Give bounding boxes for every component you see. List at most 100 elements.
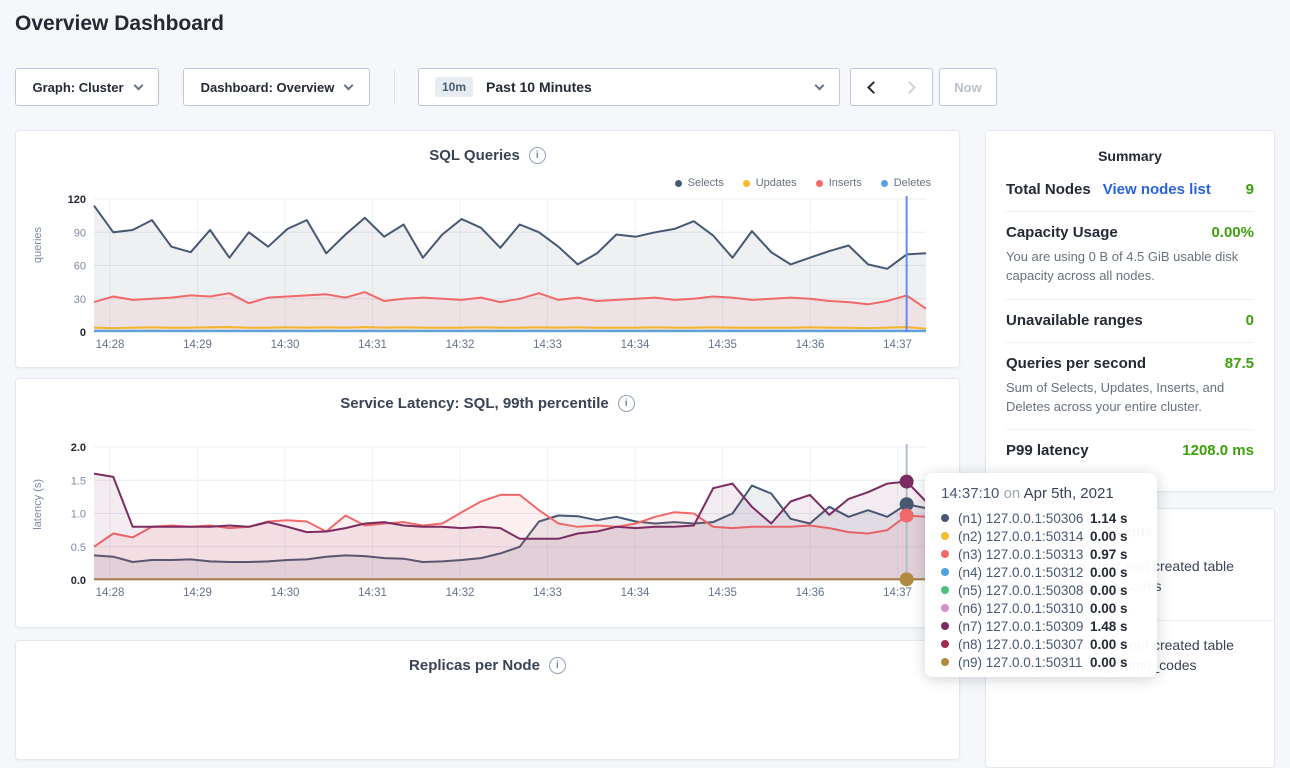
- svg-text:14:30: 14:30: [271, 587, 300, 599]
- svg-text:14:34: 14:34: [621, 587, 650, 599]
- summary-title: Summary: [986, 131, 1274, 169]
- svg-text:14:37: 14:37: [883, 339, 912, 351]
- node-series-dot-icon: [941, 568, 949, 576]
- summary-panel: Summary Total Nodes View nodes list 9 Ca…: [985, 130, 1275, 492]
- chart-title-sql-queries: SQL Queries: [429, 147, 520, 164]
- page-title: Overview Dashboard: [15, 12, 224, 36]
- tooltip-node-row: (n6) 127.0.0.1:503100.00 s: [941, 599, 1141, 617]
- svg-text:14:32: 14:32: [446, 587, 475, 599]
- svg-text:0.5: 0.5: [71, 542, 86, 554]
- svg-text:14:35: 14:35: [708, 587, 737, 599]
- now-button[interactable]: Now: [939, 68, 997, 106]
- node-series-dot-icon: [941, 640, 949, 648]
- chevron-down-icon: [815, 80, 825, 90]
- node-series-dot-icon: [941, 586, 949, 594]
- node-series-dot-icon: [941, 622, 949, 630]
- summary-value: 0.00%: [1211, 224, 1254, 241]
- chart-title-replicas-per-node: Replicas per Node: [409, 657, 540, 674]
- svg-text:14:28: 14:28: [96, 339, 125, 351]
- summary-value: 0: [1246, 312, 1254, 329]
- legend-item-deletes: Deletes: [881, 177, 931, 189]
- chevron-left-icon: [867, 81, 880, 94]
- summary-row-p99-latency: P99 latency 1208.0 ms: [1006, 429, 1254, 472]
- chevron-down-icon: [344, 80, 354, 90]
- svg-text:14:32: 14:32: [446, 339, 475, 351]
- tooltip-node-row: (n1) 127.0.0.1:503061.14 s: [941, 509, 1141, 527]
- legend-dot-icon: [675, 180, 682, 187]
- svg-text:30: 30: [74, 294, 86, 306]
- info-icon[interactable]: i: [529, 147, 546, 164]
- info-icon[interactable]: i: [618, 395, 635, 412]
- svg-text:14:31: 14:31: [358, 587, 387, 599]
- time-range-badge: 10m: [435, 77, 473, 97]
- summary-label: Capacity Usage: [1006, 224, 1118, 241]
- summary-row-capacity-usage: Capacity Usage 0.00% You are using 0 B o…: [1006, 211, 1254, 299]
- tooltip-node-row: (n7) 127.0.0.1:503091.48 s: [941, 617, 1141, 635]
- summary-description: Sum of Selects, Updates, Inserts, and De…: [1006, 379, 1254, 417]
- node-series-dot-icon: [941, 514, 949, 522]
- legend-dot-icon: [816, 180, 823, 187]
- legend-item-updates: Updates: [743, 177, 797, 189]
- svg-text:14:31: 14:31: [358, 339, 387, 351]
- svg-text:14:29: 14:29: [183, 339, 212, 351]
- svg-text:14:28: 14:28: [96, 587, 125, 599]
- summary-value: 1208.0 ms: [1182, 442, 1254, 459]
- summary-row-queries-per-second: Queries per second 87.5 Sum of Selects, …: [1006, 342, 1254, 430]
- summary-row-total-nodes: Total Nodes View nodes list 9: [1006, 169, 1254, 211]
- time-range-label: Past 10 Minutes: [486, 79, 592, 95]
- graph-scope-dropdown-label: Graph: Cluster: [32, 80, 123, 95]
- time-next-button[interactable]: [891, 68, 933, 106]
- summary-label: Unavailable ranges: [1006, 312, 1143, 329]
- svg-text:14:29: 14:29: [183, 587, 212, 599]
- chart-legend: Selects Updates Inserts Deletes: [675, 177, 931, 189]
- svg-text:1.0: 1.0: [71, 509, 86, 521]
- summary-label: Queries per second: [1006, 355, 1146, 372]
- view-nodes-list-link[interactable]: View nodes list: [1103, 181, 1211, 198]
- chevron-down-icon: [133, 80, 143, 90]
- svg-text:1.5: 1.5: [71, 475, 86, 487]
- svg-text:14:35: 14:35: [708, 339, 737, 351]
- replicas-per-node-card: Replicas per Node i: [15, 640, 960, 760]
- svg-text:14:34: 14:34: [621, 339, 650, 351]
- tooltip-node-row: (n8) 127.0.0.1:503070.00 s: [941, 635, 1141, 653]
- legend-dot-icon: [881, 180, 888, 187]
- dashboard-dropdown[interactable]: Dashboard: Overview: [183, 68, 370, 106]
- node-series-dot-icon: [941, 604, 949, 612]
- svg-text:120: 120: [68, 194, 86, 206]
- time-prev-button[interactable]: [850, 68, 892, 106]
- svg-text:14:33: 14:33: [533, 339, 562, 351]
- summary-label: P99 latency: [1006, 442, 1089, 459]
- time-range-selector[interactable]: 10m Past 10 Minutes: [418, 68, 840, 106]
- svg-text:14:33: 14:33: [533, 587, 562, 599]
- svg-text:60: 60: [74, 261, 86, 273]
- node-series-dot-icon: [941, 658, 949, 666]
- chevron-right-icon: [903, 81, 916, 94]
- y-axis-label: latency (s): [32, 479, 44, 530]
- tooltip-timestamp: 14:37:10 on Apr 5th, 2021: [941, 485, 1141, 502]
- chart-hover-tooltip: 14:37:10 on Apr 5th, 2021 (n1) 127.0.0.1…: [925, 473, 1157, 677]
- summary-label: Total Nodes: [1006, 181, 1091, 198]
- graph-scope-dropdown[interactable]: Graph: Cluster: [15, 68, 159, 106]
- svg-text:0.0: 0.0: [71, 575, 86, 587]
- summary-value: 9: [1246, 181, 1254, 198]
- tooltip-node-row: (n4) 127.0.0.1:503120.00 s: [941, 563, 1141, 581]
- svg-text:0: 0: [80, 327, 86, 339]
- tooltip-node-row: (n2) 127.0.0.1:503140.00 s: [941, 527, 1141, 545]
- legend-item-inserts: Inserts: [816, 177, 862, 189]
- legend-item-selects: Selects: [675, 177, 724, 189]
- svg-text:2.0: 2.0: [71, 442, 86, 454]
- divider: [394, 70, 395, 104]
- service-latency-chart[interactable]: 0.0 0.5 1.0 1.5 2.0 14:28 14:29 14:30 14:31 14:32…: [46, 441, 951, 612]
- summary-row-unavailable-ranges: Unavailable ranges 0: [1006, 299, 1254, 342]
- sql-queries-chart[interactable]: 030609012014:2814:2914:3014:3114:3214:33…: [46, 193, 951, 364]
- tooltip-node-row: (n5) 127.0.0.1:503080.00 s: [941, 581, 1141, 599]
- svg-text:90: 90: [74, 227, 86, 239]
- y-axis-label: queries: [32, 227, 44, 263]
- tooltip-node-row: (n3) 127.0.0.1:503130.97 s: [941, 545, 1141, 563]
- summary-value: 87.5: [1225, 355, 1254, 372]
- node-series-dot-icon: [941, 532, 949, 540]
- dashboard-dropdown-label: Dashboard: Overview: [201, 80, 335, 95]
- sql-queries-card: SQL Queries i Selects Updates Inserts Delet…: [15, 130, 960, 368]
- tooltip-node-row: (n9) 127.0.0.1:503110.00 s: [941, 653, 1141, 671]
- info-icon[interactable]: i: [549, 657, 566, 674]
